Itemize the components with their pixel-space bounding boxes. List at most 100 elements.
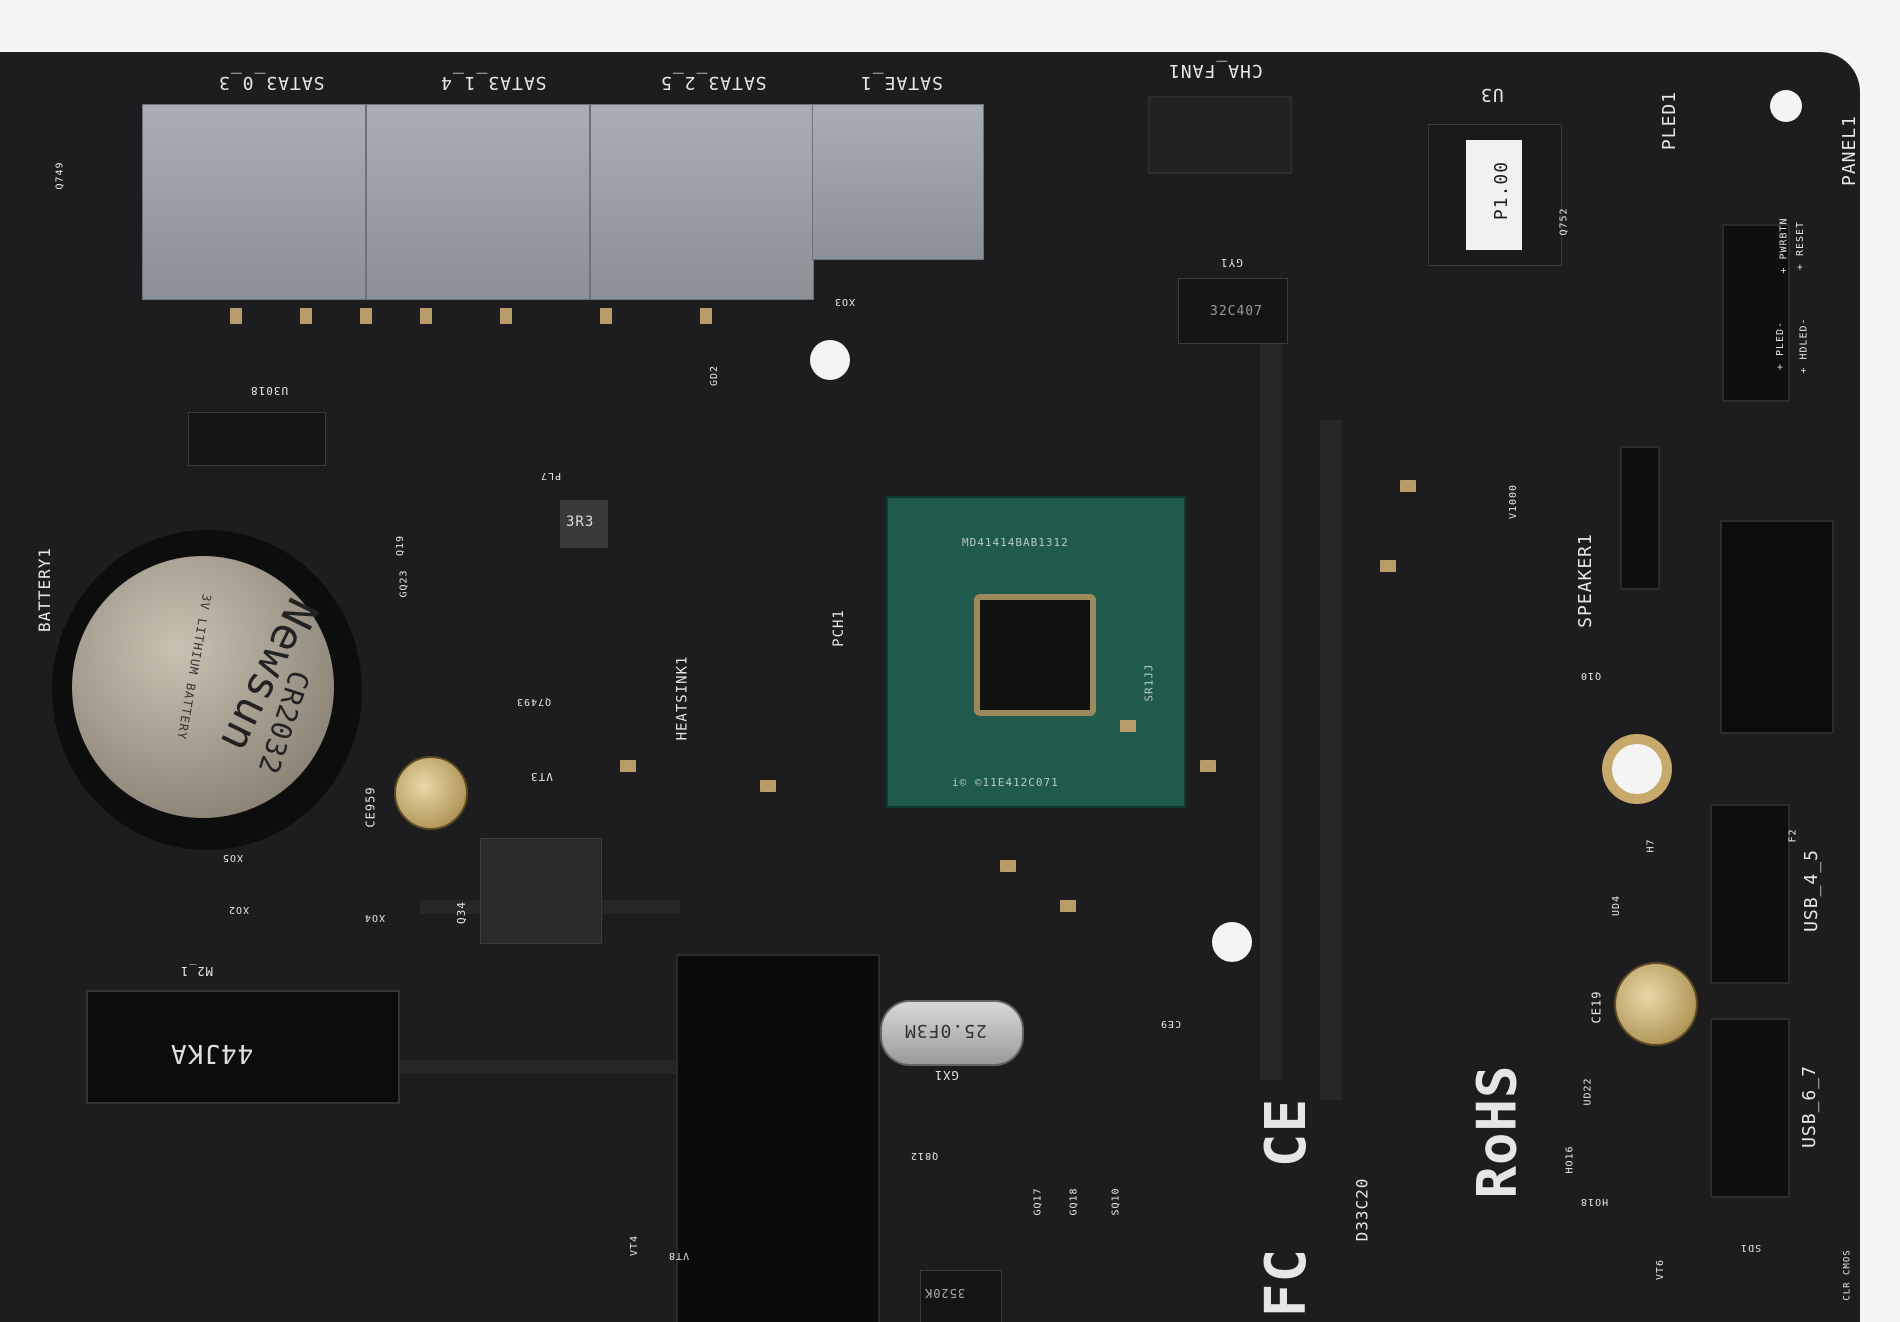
battery-label: BATTERY1: [35, 546, 55, 633]
ic3520-label: 3520K: [924, 1286, 966, 1300]
m2-label: M2_1: [180, 964, 213, 978]
speaker-header[interactable]: [1620, 446, 1660, 590]
gy1-label: GY1: [1220, 256, 1243, 269]
ic-vt3: [480, 838, 602, 944]
panel-label: PANEL1: [1839, 114, 1861, 187]
ud22-label: UD22: [1582, 1077, 1594, 1106]
smd-pad: [1120, 720, 1136, 732]
q7493-label: Q7493: [516, 696, 552, 707]
vt6-label: VT6: [1655, 1258, 1667, 1281]
smd-pad: [300, 308, 312, 324]
chafan-label: CHA_FAN1: [1168, 60, 1263, 81]
c32-label: 32C407: [1210, 304, 1263, 319]
pcb-trace: [1260, 300, 1282, 1080]
sata-port-1-4[interactable]: [366, 104, 590, 300]
sata30-label: SATA3_0_3: [218, 72, 325, 93]
chip-sr-label: SR1JJ: [1142, 663, 1156, 702]
u3-label: U3: [1480, 84, 1504, 105]
pcie-latch[interactable]: [676, 954, 880, 1322]
ho16-label: HO16: [1564, 1145, 1576, 1174]
smd-pad: [1380, 560, 1396, 572]
usb67-label: USB_6_7: [1798, 1065, 1820, 1148]
xo4-label: XO4: [364, 912, 386, 923]
ce9-label: CE9: [1160, 1018, 1182, 1029]
ic-u3018: [188, 412, 326, 466]
u3018-label: U3018: [250, 384, 289, 397]
side-connector[interactable]: [1720, 520, 1834, 734]
ce-mark: CE: [1254, 1097, 1320, 1168]
mount-hole-center: [810, 340, 850, 380]
sata-port-2-5[interactable]: [590, 104, 814, 300]
cmos-label: CLR CMOS: [1842, 1249, 1853, 1301]
sq10-label: SQ10: [1110, 1187, 1122, 1216]
cha-fan-header[interactable]: [1148, 96, 1292, 174]
smd-pad: [1000, 860, 1016, 872]
smd-pad: [1400, 480, 1416, 492]
q749-label: Q749: [54, 161, 66, 190]
q23-label: GQ23: [398, 569, 410, 598]
smd-pad: [360, 308, 372, 324]
mount-hole-lower: [1212, 922, 1252, 962]
r3k3-label: 3R3: [566, 514, 595, 530]
pl7-label: PL7: [540, 470, 562, 481]
pled-label: PLED1: [1659, 90, 1681, 151]
ce19-label: CE19: [1589, 990, 1604, 1024]
m2-slot-label: 44JKA: [170, 1038, 254, 1068]
reset-label: + RESET: [1795, 220, 1807, 271]
smd-pad: [600, 308, 612, 324]
xo2-label: XO2: [228, 904, 250, 915]
vt3-label: VT3: [530, 770, 553, 783]
q812-label: Q812: [910, 1150, 939, 1161]
sata25-label: SATA3_2_5: [660, 72, 767, 93]
ho18-label: HO18: [1580, 1196, 1609, 1207]
smd-pad: [620, 760, 636, 772]
q752-label: Q752: [1558, 207, 1570, 236]
capacitor-ce19: [1614, 962, 1698, 1046]
speaker-label: SPEAKER1: [1574, 533, 1596, 628]
sata-port-0-3[interactable]: [142, 104, 366, 300]
usb45-label: USB_4_5: [1800, 849, 1822, 932]
fc-mark: FC: [1254, 1247, 1320, 1318]
gd2-label: GD2: [709, 364, 721, 387]
pwrbtn-label: + PWRBTN: [1778, 217, 1790, 274]
pcb-trace: [1320, 420, 1342, 1100]
q19-label: Q19: [395, 534, 407, 557]
q10-label: Q10: [1580, 670, 1602, 681]
ud4-label: UD4: [1611, 894, 1623, 917]
capacitor-ce959: [394, 756, 468, 830]
sata14-label: SATA3_1_4: [440, 72, 547, 93]
rohs-mark: RoHS: [1465, 1064, 1529, 1199]
ce959-label: CE959: [363, 786, 378, 828]
vt8-label: VT8: [668, 1250, 690, 1261]
crystal-label: 25.0F3M: [904, 1020, 987, 1041]
f2-label: F2: [1787, 828, 1799, 843]
gq18-label: GQ18: [1068, 1187, 1080, 1216]
gx1-label: GX1: [934, 1068, 959, 1082]
gq17-label: GQ17: [1032, 1187, 1044, 1216]
hdled-label: + HDLED-: [1798, 317, 1810, 374]
q34-label: Q34: [454, 901, 468, 924]
smd-pad: [500, 308, 512, 324]
h7-label: H7: [1645, 838, 1657, 853]
vt4-label: VT4: [629, 1234, 641, 1257]
p100-label: P1.00: [1491, 160, 1513, 221]
smd-pad: [760, 780, 776, 792]
mount-hole-right: [1612, 744, 1662, 794]
xo3-label: XO3: [834, 296, 856, 307]
pcb-trace: [380, 1060, 700, 1074]
chip-bottom-label: i© ©11E412C071: [952, 776, 1059, 789]
sd1-label: SD1: [1740, 1242, 1762, 1253]
smd-pad: [1200, 760, 1216, 772]
v1000-label: V1000: [1508, 483, 1520, 520]
pch-label: PCH1: [830, 609, 847, 647]
xo5-label: XO5: [222, 852, 244, 863]
satae-label: SATAE_1: [860, 72, 943, 93]
smd-pad: [230, 308, 242, 324]
chip-top-label: MD41414BAB1312: [962, 536, 1069, 549]
pled-small-label: + PLED-: [1775, 320, 1787, 371]
usb45-header[interactable]: [1710, 804, 1790, 984]
smd-pad: [700, 308, 712, 324]
usb67-header[interactable]: [1710, 1018, 1790, 1198]
mount-hole-top-right: [1770, 90, 1802, 122]
satae-port[interactable]: [812, 104, 984, 260]
